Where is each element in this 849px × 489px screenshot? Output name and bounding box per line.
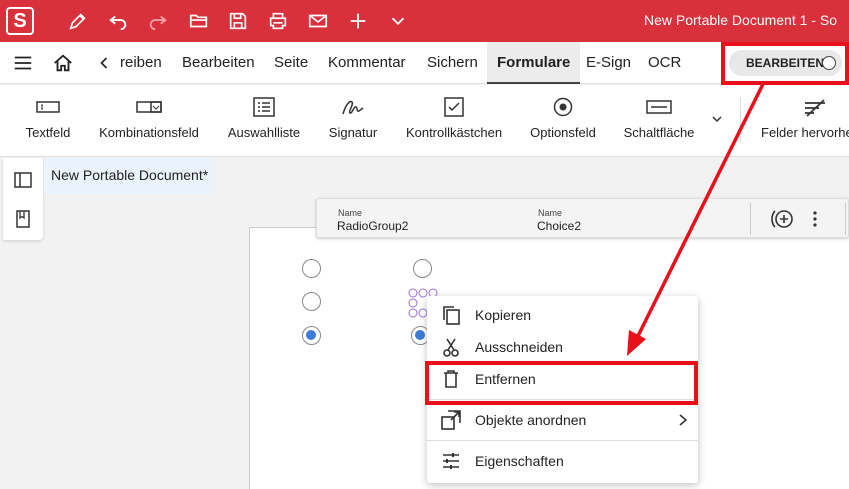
ribbon-more-chevron-icon[interactable] — [709, 111, 725, 127]
document-tab[interactable]: New Portable Document* — [44, 158, 214, 194]
hamburger-menu-icon[interactable] — [11, 51, 35, 75]
app-logo[interactable]: S — [6, 7, 34, 35]
ribbon-toolbar: Textfeld Kombinationsfeld Auswahlliste S… — [0, 85, 849, 157]
tab-formulare[interactable]: Formulare — [487, 42, 581, 84]
highlight-fields-icon — [805, 99, 825, 117]
cut-icon — [440, 336, 462, 358]
field1-name-label: Name — [338, 208, 363, 218]
list-box-icon — [253, 97, 275, 117]
title-bar: S New Portable Document 1 - So — [0, 0, 849, 42]
menu-item-ausschneiden[interactable]: Ausschneiden — [427, 331, 698, 363]
document-title: New Portable Document 1 - So — [644, 12, 837, 28]
highlight-edit-toggle — [721, 42, 849, 85]
arrange-icon — [440, 409, 462, 431]
properties-sliders-icon — [440, 450, 462, 472]
tab-kommentar[interactable]: Kommentar — [328, 42, 406, 84]
radio-button-icon — [553, 97, 573, 117]
bookmark-icon[interactable] — [13, 209, 33, 229]
text-field-icon — [36, 101, 60, 113]
menu-item-kopieren[interactable]: Kopieren — [427, 299, 698, 331]
ribbon-divider — [740, 97, 741, 143]
pen-icon[interactable] — [66, 9, 90, 33]
radio-group1-option2[interactable] — [302, 292, 321, 311]
field-properties-bar: Name RadioGroup2 Name Choice2 — [316, 198, 849, 238]
kombinationsfeld-label: Kombinationsfeld — [99, 125, 199, 140]
tab-schreiben[interactable]: reiben — [120, 42, 162, 84]
mail-icon[interactable] — [306, 9, 330, 33]
ausschneiden-label: Ausschneiden — [475, 339, 563, 355]
redo-icon[interactable] — [146, 9, 170, 33]
textfeld-label: Textfeld — [25, 125, 71, 140]
side-panel — [3, 158, 43, 240]
kopieren-label: Kopieren — [475, 307, 532, 323]
field2-name-value[interactable]: Choice2 — [537, 219, 581, 233]
schaltflaeche-label: Schaltfläche — [623, 125, 695, 140]
signature-icon — [342, 100, 364, 115]
field2-name-label: Name — [538, 208, 563, 218]
properties-separator-right — [845, 203, 846, 235]
felder-hervorheben-button[interactable]: Felder hervorhe — [758, 85, 849, 157]
menu-separator-2 — [427, 440, 698, 441]
add-icon[interactable] — [346, 9, 370, 33]
panel-toggle-icon[interactable] — [13, 170, 33, 190]
eigenschaften-label: Eigenschaften — [475, 453, 564, 469]
textfeld-button[interactable]: Textfeld — [18, 85, 78, 157]
home-icon[interactable] — [51, 51, 75, 75]
copy-icon — [440, 304, 462, 326]
combo-box-icon — [136, 101, 162, 113]
objekte-anordnen-label: Objekte anordnen — [475, 412, 587, 428]
chevron-right-icon — [676, 412, 690, 428]
highlight-entfernen — [425, 361, 698, 405]
field1-name-value[interactable]: RadioGroup2 — [337, 219, 408, 233]
tab-sichern[interactable]: Sichern — [427, 42, 478, 84]
chevron-left-icon[interactable] — [92, 51, 116, 75]
undo-icon[interactable] — [106, 9, 130, 33]
chevron-down-icon[interactable] — [386, 9, 410, 33]
optionsfeld-label: Optionsfeld — [530, 125, 596, 140]
kontrollkaestchen-label: Kontrollkästchen — [405, 125, 503, 140]
save-icon[interactable] — [226, 9, 250, 33]
signatur-button[interactable]: Signatur — [326, 85, 380, 157]
optionsfeld-button[interactable]: Optionsfeld — [527, 85, 599, 157]
radio-group2-option1[interactable] — [413, 259, 432, 278]
tab-bearbeiten[interactable]: Bearbeiten — [182, 42, 255, 84]
print-icon[interactable] — [266, 9, 290, 33]
properties-separator — [750, 203, 751, 235]
felder-hervorheben-label: Felder hervorhe — [761, 125, 849, 140]
open-folder-icon[interactable] — [187, 9, 211, 33]
radio-group1-option1[interactable] — [302, 259, 321, 278]
kombinationsfeld-button[interactable]: Kombinationsfeld — [96, 85, 202, 157]
menu-item-eigenschaften[interactable]: Eigenschaften — [427, 445, 698, 477]
tab-seite[interactable]: Seite — [274, 42, 308, 84]
radio-group1-option3[interactable] — [302, 326, 321, 345]
add-option-icon[interactable] — [769, 207, 795, 231]
tab-esign[interactable]: E-Sign — [586, 42, 631, 84]
kontrollkaestchen-button[interactable]: Kontrollkästchen — [402, 85, 506, 157]
more-options-icon[interactable] — [807, 209, 823, 229]
auswahlliste-button[interactable]: Auswahlliste — [224, 85, 304, 157]
signatur-label: Signatur — [328, 125, 378, 140]
tab-ocr[interactable]: OCR — [648, 42, 681, 84]
auswahlliste-label: Auswahlliste — [227, 125, 301, 140]
push-button-icon — [646, 100, 672, 114]
schaltflaeche-button[interactable]: Schaltfläche — [620, 85, 698, 157]
checkbox-icon — [444, 97, 464, 117]
menu-item-objekte-anordnen[interactable]: Objekte anordnen — [427, 404, 698, 436]
